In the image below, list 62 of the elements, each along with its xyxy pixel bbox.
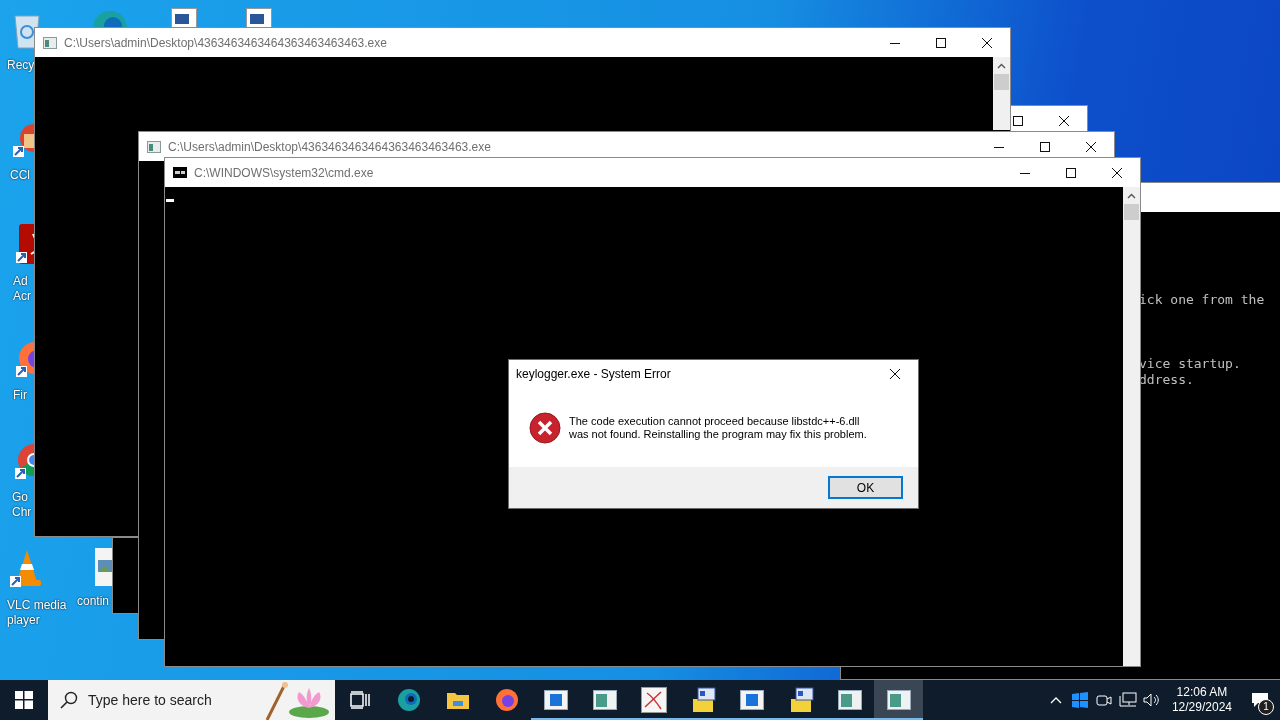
ok-button[interactable]: OK [828, 476, 903, 499]
window-icon[interactable] [837, 690, 862, 710]
drawing-app-icon[interactable] [640, 687, 667, 713]
scroll-thumb[interactable] [994, 74, 1009, 90]
edge-icon[interactable] [396, 688, 421, 712]
icon-label: contin [77, 594, 110, 609]
command-prompt-icon [173, 167, 187, 178]
search-field[interactable]: Type here to search [86, 691, 250, 709]
window-title: C:\Users\admin\Desktop\4363463463464363463463463.exe [168, 139, 491, 154]
maximize-icon[interactable] [1066, 167, 1076, 178]
chevron-up-icon[interactable] [1049, 696, 1062, 704]
icon-label: VLC media [7, 598, 67, 613]
window-icon[interactable] [739, 690, 764, 710]
window-icon[interactable] [886, 690, 911, 710]
close-icon[interactable] [1112, 167, 1122, 178]
icon-label: CCl [10, 168, 30, 183]
window-icon[interactable] [543, 690, 568, 710]
window-icon [43, 36, 57, 49]
notifications-button[interactable]: 1 [1240, 680, 1280, 720]
icon-label: Fir [13, 388, 27, 403]
window-title: C:\Users\admin\Desktop\4363463463464363463463463.exe [64, 35, 387, 50]
error-message: The code execution cannot proceed because libstdc++-6.dll was not found. Reinstalling the program may fix this problem. [569, 414, 867, 441]
scrollbar[interactable] [993, 57, 1010, 130]
icon-label: Go [12, 490, 28, 505]
scroll-up-icon[interactable] [1127, 193, 1136, 199]
icon-label: Ad [13, 274, 28, 289]
clock-time[interactable]: 12:06 AM [1176, 685, 1228, 700]
scrollbar[interactable] [1123, 187, 1140, 666]
console-text: ddress. [1139, 372, 1195, 388]
search-icon [60, 691, 78, 709]
dialog-title: keylogger.exe - System Error [516, 367, 672, 381]
close-icon[interactable] [982, 37, 992, 48]
icon-label: Recy [7, 58, 35, 73]
windows-logo-icon[interactable] [15, 691, 33, 709]
firefox-icon[interactable] [494, 688, 519, 712]
search-box[interactable]: Type here to search [48, 680, 335, 720]
icon-label: Acr [13, 289, 31, 304]
icon-label: player [7, 613, 40, 628]
speaker-icon[interactable] [1142, 692, 1161, 708]
maximize-icon[interactable] [936, 37, 946, 48]
window-title: C:\WINDOWS\system32\cmd.exe [194, 165, 374, 180]
scroll-thumb[interactable] [1124, 204, 1139, 220]
window-icon [147, 140, 161, 153]
folder-icon[interactable] [445, 690, 470, 710]
close-icon[interactable] [890, 369, 900, 379]
close-icon[interactable] [1086, 141, 1096, 152]
console-text: vice startup. [1139, 356, 1242, 372]
image-file-icon [95, 548, 115, 586]
error-icon [529, 411, 561, 444]
icon-label: Chr [12, 505, 32, 520]
maximize-icon[interactable] [1040, 141, 1050, 152]
taskbar-app-button[interactable] [874, 680, 923, 720]
close-icon[interactable] [1059, 115, 1069, 126]
task-view-icon[interactable] [349, 691, 370, 709]
camera-icon[interactable] [1095, 692, 1112, 708]
window-icon[interactable] [592, 690, 617, 710]
notification-count: 1 [1258, 699, 1274, 715]
maximize-icon[interactable] [1013, 115, 1023, 126]
clock-date[interactable]: 12/29/2024 [1171, 700, 1232, 715]
network-icon[interactable] [1118, 692, 1137, 708]
scroll-up-icon[interactable] [997, 63, 1006, 69]
console-text: ick one from the [1139, 292, 1266, 308]
